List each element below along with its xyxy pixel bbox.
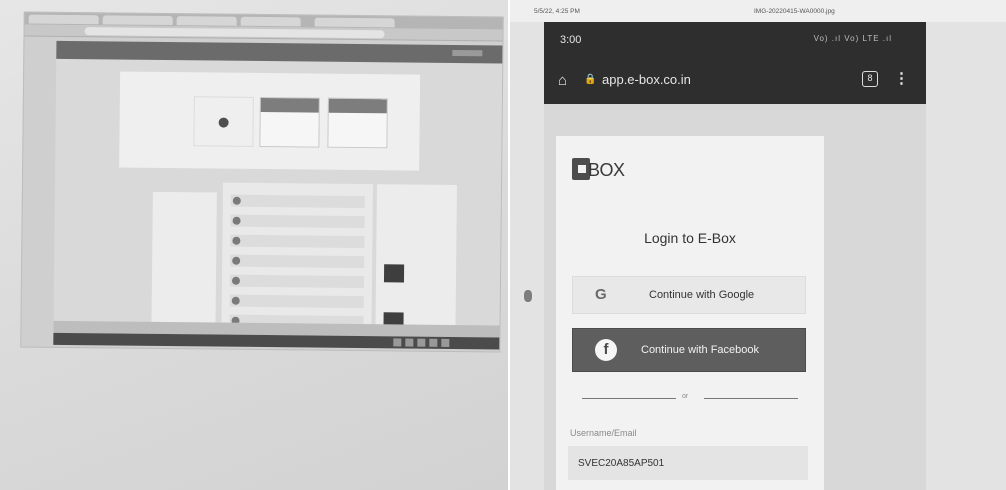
right-panel xyxy=(375,184,457,336)
avatar xyxy=(231,296,240,305)
facebook-button-label: Continue with Facebook xyxy=(641,344,760,356)
taskbar-icon[interactable] xyxy=(441,338,450,347)
avatar xyxy=(231,276,241,285)
print-datetime: 5/5/22, 4:25 PM xyxy=(534,8,580,15)
print-header: 5/5/22, 4:25 PM IMG-20220415-WA0000.jpg xyxy=(510,0,1006,22)
browser-tab[interactable] xyxy=(176,16,237,26)
phone-status-bar: 3:00 Vo) .ıl Vo) LTE .ıl xyxy=(544,22,926,58)
kebab-menu-icon[interactable]: ⋮ xyxy=(894,69,909,87)
left-list-panel xyxy=(151,191,217,333)
taskbar-icon[interactable] xyxy=(393,338,402,347)
taskbar-icon[interactable] xyxy=(417,338,426,347)
browser-tab[interactable] xyxy=(314,17,395,28)
list-item[interactable] xyxy=(230,254,365,269)
status-time: 3:00 xyxy=(560,34,582,46)
tabs-count-button[interactable]: 8 xyxy=(862,71,878,87)
thumbnail[interactable] xyxy=(383,264,405,283)
or-divider: or xyxy=(582,392,798,404)
list-item[interactable] xyxy=(230,194,365,209)
browser-url-bar: ⌂ 🔒 app.e-box.co.in 8 ⋮ xyxy=(544,58,926,104)
facebook-icon: f xyxy=(595,339,617,361)
divider-line xyxy=(704,398,798,399)
address-bar[interactable] xyxy=(84,27,385,39)
avatar xyxy=(232,236,241,245)
phone-printout: 5/5/22, 4:25 PM IMG-20220415-WA0000.jpg … xyxy=(510,0,1006,490)
browser-tab[interactable] xyxy=(102,15,173,26)
activity-list xyxy=(221,182,373,335)
avatar xyxy=(232,196,241,205)
browser-tab[interactable] xyxy=(28,14,99,25)
list-item[interactable] xyxy=(230,234,365,249)
google-button-label: Continue with Google xyxy=(649,289,755,301)
logo-text: BOX xyxy=(588,160,625,180)
login-title: Login to E-Box xyxy=(644,230,736,246)
google-login-button[interactable]: G Continue with Google xyxy=(572,276,806,314)
facebook-login-button[interactable]: f Continue with Facebook xyxy=(572,328,806,372)
site-logo xyxy=(452,49,483,57)
signal-icon: Vo) .ıl Vo) LTE .ıl xyxy=(813,34,892,43)
google-icon: G xyxy=(595,286,607,303)
username-field[interactable] xyxy=(568,446,808,480)
username-label: Username/Email xyxy=(570,428,637,438)
taskbar-icon[interactable] xyxy=(429,338,438,347)
browser-tab[interactable] xyxy=(240,16,301,27)
desktop-photo xyxy=(0,0,508,490)
divider-line xyxy=(582,398,676,399)
course-card[interactable] xyxy=(259,96,320,148)
list-item[interactable] xyxy=(229,274,365,289)
course-card[interactable] xyxy=(327,97,388,149)
ebox-logo: BOX xyxy=(572,156,642,186)
list-item[interactable] xyxy=(230,214,365,229)
or-text: or xyxy=(682,393,689,400)
avatar xyxy=(232,216,241,225)
thumb-mark xyxy=(524,290,532,302)
desktop-screen xyxy=(20,11,504,353)
home-icon[interactable]: ⌂ xyxy=(558,72,567,89)
list-item[interactable] xyxy=(229,294,364,309)
taskbar-icon[interactable] xyxy=(405,338,414,347)
url-text[interactable]: app.e-box.co.in xyxy=(602,72,691,87)
add-course-card[interactable] xyxy=(193,96,254,147)
print-filename: IMG-20220415-WA0000.jpg xyxy=(754,8,835,15)
plus-icon xyxy=(218,117,229,128)
avatar xyxy=(232,256,241,265)
lock-icon: 🔒 xyxy=(584,74,597,85)
